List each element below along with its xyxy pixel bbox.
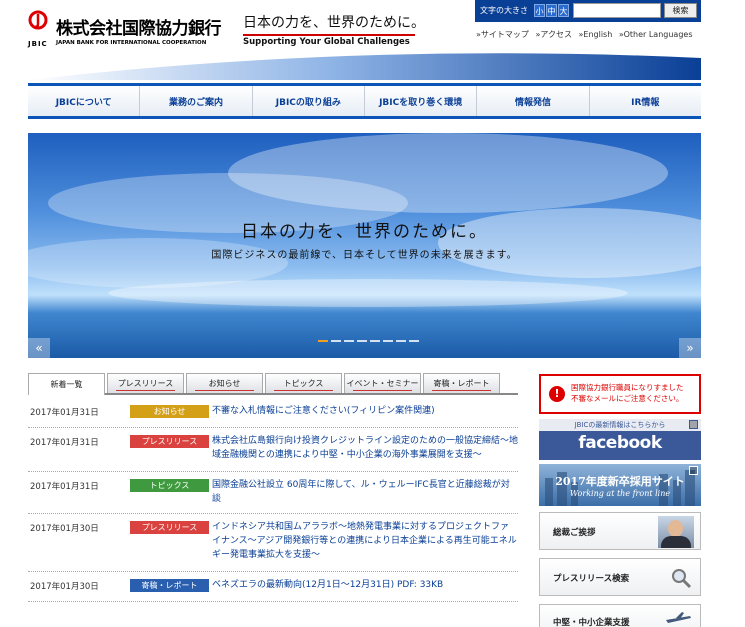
- link-access[interactable]: »アクセス: [535, 30, 572, 39]
- news-title-link[interactable]: 国際金融公社設立 60周年に際して、ル・ウェルーIFC長官と近藤総裁が対談: [212, 478, 518, 506]
- news-row: 2017年01月31日 トピックス 国際金融公社設立 60周年に際して、ル・ウェ…: [28, 472, 518, 514]
- news-date: 2017年01月31日: [30, 482, 99, 492]
- recruit-subtitle: Working at the front line: [569, 489, 671, 498]
- slide-indicator-dot[interactable]: [370, 340, 380, 342]
- slide-indicator-dot[interactable]: [357, 340, 367, 342]
- slide-indicator-dot[interactable]: [331, 340, 341, 342]
- font-size-large-button[interactable]: 大: [558, 4, 569, 17]
- nav-initiatives[interactable]: JBICの取り組み: [253, 86, 365, 116]
- slogan: 日本の力を、世界のために。 Supporting Your Global Cha…: [243, 12, 425, 47]
- font-size-medium-button[interactable]: 中: [546, 4, 557, 17]
- external-link-icon: [689, 420, 698, 429]
- toolbox: 文字の大きさ 小 中 大 検索: [475, 0, 701, 22]
- slide-indicator-dot[interactable]: [344, 340, 354, 342]
- slide-indicator-dot[interactable]: [318, 340, 328, 342]
- hero-subtitle: 国際ビジネスの最前線で、日本そして世界の未来を展きます。: [211, 250, 518, 261]
- tab-topics[interactable]: トピックス: [265, 373, 342, 393]
- phishing-alert-banner[interactable]: ! 国際協力銀行職員になりすました 不審なメールにご注意ください。: [539, 374, 701, 414]
- logo-jbic-text: JBIC: [28, 40, 48, 48]
- news-title-link[interactable]: 不審な入札情報にご注意ください(フィリピン案件関連): [212, 404, 518, 418]
- facebook-banner[interactable]: JBICの最新情報はこちらから facebook: [539, 419, 701, 460]
- slide-indicator-dot[interactable]: [383, 340, 393, 342]
- jbic-logo[interactable]: JBIC 株式会社国際協力銀行 JAPAN BANK FOR INTERNATI…: [28, 10, 228, 50]
- news-title-link[interactable]: 株式会社広島銀行向け投資クレジットライン設定のための一般協定締結～地域金融機関と…: [212, 434, 518, 462]
- slogan-english: Supporting Your Global Challenges: [243, 37, 410, 47]
- press-search-label: プレスリリース検索: [553, 574, 630, 584]
- recruit-banner[interactable]: 2017年度新卒採用サイト Working at the front line: [539, 464, 701, 506]
- news-date: 2017年01月31日: [30, 438, 99, 448]
- tab-reports[interactable]: 寄稿・レポート: [423, 373, 500, 393]
- news-row: 2017年01月30日 プレスリリース インドネシア共和国ムアララボ～地熱発電事…: [28, 514, 518, 572]
- hero-next-button[interactable]: »: [679, 338, 701, 358]
- alert-line-2: 不審なメールにご注意ください。: [571, 394, 684, 403]
- sme-support-label: 中堅・中小企業支援: [553, 618, 630, 627]
- nav-information[interactable]: 情報発信: [477, 86, 590, 116]
- facebook-wordmark: facebook: [578, 433, 662, 453]
- slide-indicator-dot[interactable]: [396, 340, 406, 342]
- hero-title: 日本の力を、世界のために。: [241, 222, 488, 242]
- press-search-link[interactable]: プレスリリース検索: [539, 558, 701, 596]
- greeting-label: 総裁ご挨拶: [553, 528, 596, 538]
- nav-environment[interactable]: JBICを取り巻く環境: [365, 86, 478, 116]
- link-sitemap[interactable]: »サイトマップ: [476, 30, 529, 39]
- facebook-caption: JBICの最新情報はこちらから: [539, 419, 701, 431]
- news-title-link[interactable]: インドネシア共和国ムアララボ～地熱発電事業に対するプロジェクトファイナンス～アジ…: [212, 520, 518, 562]
- link-other-languages[interactable]: »Other Languages: [619, 30, 693, 39]
- news-date: 2017年01月30日: [30, 524, 99, 534]
- news-title-link[interactable]: ベネズエラの最新動向(12月1日～12月31日) PDF: 33KB: [212, 578, 518, 592]
- news-row: 2017年01月31日 お知らせ 不審な入札情報にご注意ください(フィリピン案件…: [28, 398, 518, 428]
- sme-support-link[interactable]: 中堅・中小企業支援: [539, 604, 701, 627]
- news-row: 2017年01月30日 寄稿・レポート ベネズエラの最新動向(12月1日～12月…: [28, 572, 518, 602]
- nav-about-jbic[interactable]: JBICについて: [28, 86, 141, 116]
- tab-notices[interactable]: お知らせ: [186, 373, 263, 393]
- president-photo: [658, 516, 694, 548]
- news-date: 2017年01月30日: [30, 582, 99, 592]
- news-date: 2017年01月31日: [30, 408, 99, 418]
- slide-indicators: [318, 340, 419, 342]
- header-swoosh: [28, 53, 701, 80]
- alert-line-1: 国際協力銀行職員になりすました: [571, 383, 684, 392]
- font-size-label: 文字の大きさ: [480, 6, 528, 15]
- logo-subtitle: JAPAN BANK FOR INTERNATIONAL COOPERATION: [56, 40, 207, 46]
- logo-name: 株式会社国際協力銀行: [56, 19, 222, 39]
- news-category-badge: プレスリリース: [130, 435, 209, 448]
- search-input[interactable]: [573, 3, 661, 18]
- airplane-icon: [666, 612, 691, 623]
- global-nav: JBICについて 業務のご案内 JBICの取り組み JBICを取り巻く環境 情報…: [28, 83, 701, 119]
- exclamation-icon: !: [549, 386, 565, 402]
- hero-banner[interactable]: 日本の力を、世界のために。 国際ビジネスの最前線で、日本そして世界の未来を展きま…: [28, 133, 701, 358]
- tab-latest[interactable]: 新着一覧: [28, 373, 105, 395]
- news-tabs: 新着一覧 プレスリリース お知らせ トピックス イベント・セミナー 寄稿・レポー…: [28, 373, 518, 395]
- utility-links: »サイトマップ »アクセス »English »Other Languages: [476, 29, 697, 40]
- slogan-underline: [243, 34, 415, 36]
- slogan-japanese: 日本の力を、世界のために。: [243, 15, 425, 31]
- magnifier-icon: [672, 569, 692, 589]
- link-english[interactable]: »English: [579, 30, 613, 39]
- news-category-badge: トピックス: [130, 479, 209, 492]
- alert-text: 国際協力銀行職員になりすました 不審なメールにご注意ください。: [571, 382, 684, 404]
- tab-press-release[interactable]: プレスリリース: [107, 373, 184, 393]
- recruit-title: 2017年度新卒採用サイト: [555, 475, 685, 488]
- nav-ir[interactable]: IR情報: [590, 86, 701, 116]
- news-category-badge: 寄稿・レポート: [130, 579, 209, 592]
- nav-operations[interactable]: 業務のご案内: [140, 86, 253, 116]
- news-row: 2017年01月31日 プレスリリース 株式会社広島銀行向け投資クレジットライン…: [28, 428, 518, 472]
- news-category-badge: お知らせ: [130, 405, 209, 418]
- greeting-link[interactable]: 総裁ご挨拶: [539, 512, 701, 550]
- news-list: 2017年01月31日 お知らせ 不審な入札情報にご注意ください(フィリピン案件…: [28, 398, 518, 602]
- jbic-logo-icon: [28, 10, 48, 30]
- news-category-badge: プレスリリース: [130, 521, 209, 534]
- search-button[interactable]: 検索: [664, 3, 697, 18]
- slide-indicator-dot[interactable]: [409, 340, 419, 342]
- tab-events[interactable]: イベント・セミナー: [344, 373, 421, 393]
- hero-prev-button[interactable]: «: [28, 338, 50, 358]
- font-size-small-button[interactable]: 小: [534, 4, 545, 17]
